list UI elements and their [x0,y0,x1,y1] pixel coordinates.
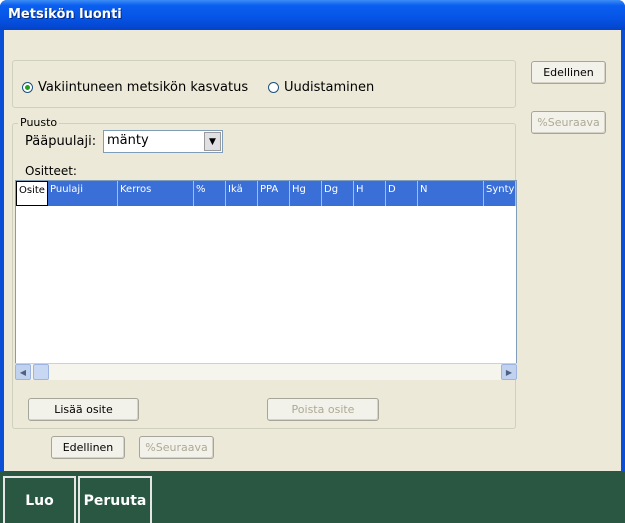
next-label: %Seuraava [145,441,208,454]
side-next-label: %Seuraava [537,116,600,129]
grid-hscrollbar[interactable]: ◀ ▶ [15,363,517,380]
remove-osite-label: Poista osite [291,403,355,416]
add-osite-label: Lisää osite [54,403,113,416]
grid-header: Osite Puulaji Kerros % Ikä PPA Hg Dg H D… [16,181,516,206]
col-osite[interactable]: Osite [16,181,48,206]
col-percent[interactable]: % [194,181,226,206]
prev-button[interactable]: Edellinen [51,436,125,459]
col-kerros[interactable]: Kerros [118,181,194,206]
scroll-right-icon[interactable]: ▶ [501,364,517,380]
chevron-down-icon[interactable]: ▼ [204,132,221,151]
scroll-left-icon[interactable]: ◀ [15,364,31,380]
scroll-thumb[interactable] [33,364,49,380]
window-title: Metsikön luonti [8,7,122,22]
col-ika[interactable]: Ikä [226,181,258,206]
side-prev-button[interactable]: Edellinen [531,61,606,84]
radio-dot-selected [22,82,33,93]
paapuulaji-label: Pääpuulaji: [25,134,97,149]
col-d[interactable]: D [386,181,418,206]
next-button[interactable]: %Seuraava [139,436,214,459]
title-bar[interactable]: Metsikön luonti [0,0,625,30]
ositteet-label: Ositteet: [25,164,77,178]
col-dg[interactable]: Dg [322,181,354,206]
col-h[interactable]: H [354,181,386,206]
cancel-label: Peruuta [83,492,147,509]
radio-vakiintunut[interactable]: Vakiintuneen metsikön kasvatus [22,80,248,95]
col-n[interactable]: N [418,181,484,206]
client-area: Vakiintuneen metsikön kasvatus Uudistami… [4,30,621,471]
radio-vakiintunut-label: Vakiintuneen metsikön kasvatus [38,80,249,95]
remove-osite-button[interactable]: Poista osite [267,398,379,421]
paapuulaji-value: mänty [107,133,149,148]
col-synty[interactable]: Synty [484,181,516,206]
col-hg[interactable]: Hg [290,181,322,206]
side-prev-label: Edellinen [543,66,594,79]
add-osite-button[interactable]: Lisää osite [28,398,139,421]
create-label: Luo [25,492,54,509]
paapuulaji-select[interactable]: mänty ▼ [103,130,223,153]
ositteet-grid[interactable]: Osite Puulaji Kerros % Ikä PPA Hg Dg H D… [15,180,517,380]
cancel-button[interactable]: Peruuta [78,476,152,523]
radio-uudistaminen-label: Uudistaminen [284,80,375,95]
col-puulaji[interactable]: Puulaji [48,181,118,206]
radio-uudistaminen[interactable]: Uudistaminen [268,80,374,95]
side-next-button[interactable]: %Seuraava [531,111,606,134]
create-button[interactable]: Luo [3,476,76,523]
footer-bar: Luo Peruuta [0,471,625,523]
puusto-legend: Puusto [18,116,60,129]
radio-dot [268,82,279,93]
col-ppa[interactable]: PPA [258,181,290,206]
prev-label: Edellinen [62,441,114,454]
main-window: Metsikön luonti Vakiintuneen metsikön ka… [0,0,625,523]
